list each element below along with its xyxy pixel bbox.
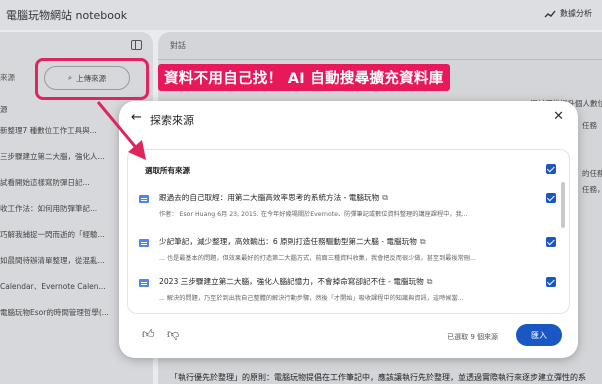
source-snippet: ... 解決的問題，乃至於到出我自己整體的解決行動步驟，然後「才開始」吸收課程中…: [159, 295, 464, 302]
chat-snippet: 任務，: [582, 185, 602, 194]
discover-sources-dialog: ← 探索來源 ✕ 選取所有來源 跟過去的自己取經：用第二大腦高效率思考的系統方法…: [119, 101, 578, 358]
source-checkbox[interactable]: [546, 193, 556, 203]
trend-icon: [544, 10, 556, 17]
back-arrow-icon[interactable]: ←: [131, 111, 142, 124]
annotation-callout: 資料不用自己找！ AI 自動搜尋擴充資料庫: [158, 64, 450, 91]
highlight-box: [35, 58, 149, 100]
analysis-button[interactable]: 數據分析: [544, 8, 592, 19]
chat-body-text: 「執行優先於整理」的原則：電腦玩物提倡在工作筆記中，應該讓執行先於整理，並透過實…: [170, 373, 586, 382]
chat-divider: [158, 59, 602, 60]
source-row[interactable]: 少記筆記，減少整理，高效輸出：6 原則打造任務驅動型第二大腦 - 電腦玩物 ⧉ .…: [128, 231, 569, 275]
dialog-header: ← 探索來源 ✕: [119, 101, 578, 137]
source-snippet: 作者： Esor Huang 6月 23, 2015. 在今年好幾場關於Ever…: [159, 211, 468, 218]
dialog-footer: 👍︎ 👎︎ 已選取 9 個來源 匯入: [119, 317, 578, 358]
thumbs-up-icon[interactable]: 👍︎: [142, 327, 155, 342]
document-icon: [139, 239, 149, 247]
source-title-text: 跟過去的自己取經：用第二大腦高效率思考的系統方法 - 電腦玩物: [159, 193, 380, 202]
sources-list-box: 選取所有來源 跟過去的自己取經：用第二大腦高效率思考的系統方法 - 電腦玩物 ⧉ …: [127, 149, 570, 314]
analysis-label: 數據分析: [560, 9, 592, 18]
source-checkbox[interactable]: [546, 277, 556, 287]
app-title: 電腦玩物網站 notebook: [6, 9, 128, 22]
document-icon: [139, 279, 149, 287]
chat-snippet: 任務: [582, 121, 597, 130]
select-all-label: 選取所有來源: [145, 166, 190, 175]
source-title: 跟過去的自己取經：用第二大腦高效率思考的系統方法 - 電腦玩物 ⧉: [159, 192, 388, 203]
import-button[interactable]: 匯入: [516, 324, 562, 346]
collapse-panel-icon[interactable]: [131, 40, 142, 50]
source-checkbox[interactable]: [546, 237, 556, 247]
source-title-text: 2023 三步驟建立第二大腦，強化人腦記憶力，不會掉命寫卻記不住 - 電腦玩物: [159, 277, 424, 286]
source-snippet: ... 也是最基本的問題，但效果最好的打造第二大腦方式，前面三種資料收集，我會把…: [159, 255, 476, 262]
source-title: 少記筆記，減少整理，高效輸出：6 原則打造任務驅動型第二大腦 - 電腦玩物 ⧉: [159, 236, 426, 247]
source-row[interactable]: 跟過去的自己取經：用第二大腦高效率思考的系統方法 - 電腦玩物 ⧉ 作者： Eso…: [128, 187, 569, 231]
document-icon: [139, 195, 149, 203]
source-title: 2023 三步驟建立第二大腦，強化人腦記憶力，不會掉命寫卻記不住 - 電腦玩物 ⧉: [159, 276, 432, 287]
chat-snippet: 的任務: [582, 169, 602, 178]
selected-count: 已選取 9 個來源: [447, 333, 498, 341]
select-all-checkbox[interactable]: [546, 164, 556, 174]
thumbs-down-icon[interactable]: 👎︎: [167, 327, 179, 342]
external-link-icon[interactable]: ⧉: [382, 193, 388, 203]
external-link-icon[interactable]: ⧉: [420, 237, 426, 247]
close-icon[interactable]: ✕: [553, 110, 564, 123]
source-row[interactable]: 2023 三步驟建立第二大腦，強化人腦記憶力，不會掉命寫卻記不住 - 電腦玩物 ⧉…: [128, 271, 569, 313]
scrollbar[interactable]: [561, 182, 565, 228]
external-link-icon[interactable]: ⧉: [427, 277, 433, 287]
sources-label: 來源: [0, 73, 15, 82]
source-title-text: 少記筆記，減少整理，高效輸出：6 原則打造任務驅動型第二大腦 - 電腦玩物: [159, 237, 417, 246]
dialog-title: 探索來源: [150, 114, 194, 127]
chat-title: 對話: [170, 41, 186, 50]
top-bar: 電腦玩物網站 notebook 數據分析: [0, 0, 602, 30]
